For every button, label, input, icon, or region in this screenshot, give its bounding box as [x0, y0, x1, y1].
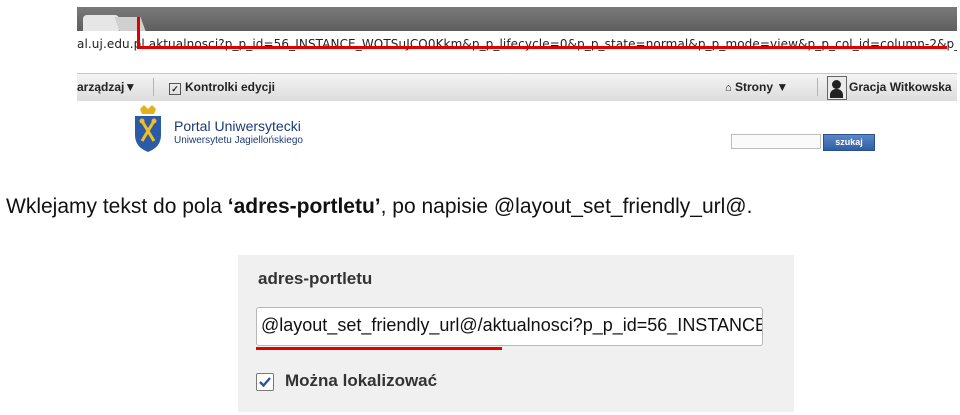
checkmark-icon: [259, 377, 271, 388]
instruction-text: Wklejamy tekst do pola ‘adres-portletu’,…: [6, 195, 752, 219]
portal-subtitle: Uniwersytetu Jagiellońskiego: [174, 135, 303, 146]
browser-tab[interactable]: [83, 15, 119, 31]
highlight-marker-underline: [256, 347, 502, 350]
portlet-address-input[interactable]: @layout_set_friendly_url@/aktualnosci?p_…: [256, 307, 763, 346]
browser-tab-strip: [77, 7, 957, 31]
university-crest-icon[interactable]: [132, 105, 164, 153]
portlet-address-label: adres-portletu: [258, 269, 373, 288]
avatar[interactable]: [827, 76, 847, 100]
portal-title[interactable]: Portal Uniwersytecki: [174, 118, 301, 134]
toolbar-divider: [153, 78, 154, 96]
localizable-checkbox-label[interactable]: Można lokalizować: [285, 371, 437, 391]
avatar-head: [832, 80, 841, 89]
highlight-marker-vertical: [137, 17, 140, 49]
toolbar-divider: [817, 78, 818, 96]
highlight-marker-underline: [137, 46, 947, 49]
portal-header: Portal Uniwersytecki Uniwersytetu Jagiel…: [77, 101, 957, 164]
portal-toolbar: arządzaj▼ ✓ Kontrolki edycji ⌂ Strony ▼ G…: [77, 73, 957, 102]
portlet-form-screenshot: adres-portletu @layout_set_friendly_url@…: [238, 255, 794, 412]
home-icon: ⌂: [725, 82, 732, 94]
search-input[interactable]: [731, 134, 821, 149]
edit-controls-toggle[interactable]: ✓ Kontrolki edycji: [169, 80, 275, 95]
pages-menu[interactable]: ⌂ Strony ▼: [725, 80, 788, 94]
user-name[interactable]: Gracja Witkowska: [849, 80, 952, 94]
instruction-suffix: , po napisie @layout_set_friendly_url@.: [380, 195, 753, 218]
edit-controls-label: Kontrolki edycji: [185, 80, 276, 94]
new-tab-button[interactable]: [114, 17, 146, 31]
pages-menu-label: Strony ▼: [735, 80, 789, 94]
checkmark-icon: ✓: [169, 83, 181, 95]
manage-menu[interactable]: arządzaj▼: [77, 80, 136, 94]
localizable-checkbox[interactable]: [256, 373, 274, 391]
instruction-prefix: Wklejamy tekst do pola: [6, 195, 228, 218]
instruction-field-name: ‘adres-portletu’: [227, 195, 381, 218]
avatar-body: [830, 89, 843, 98]
browser-screenshot: al.uj.edu.pl aktualnosci?p_p_id=56_INSTA…: [77, 7, 957, 164]
portlet-address-value: @layout_set_friendly_url@/aktualnosci?p_…: [261, 315, 763, 335]
search-button[interactable]: szukaj: [823, 134, 875, 151]
